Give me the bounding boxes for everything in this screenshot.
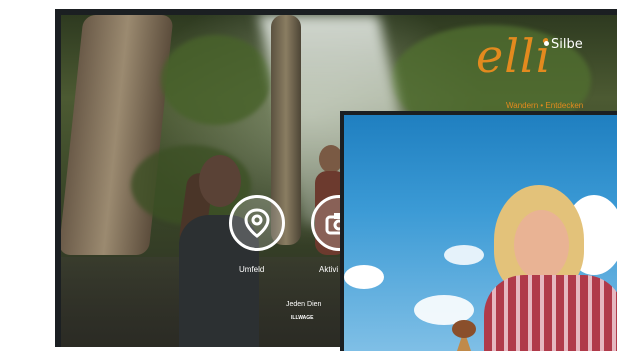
umfeld-label: Umfeld (239, 265, 265, 274)
smiling-woman (474, 185, 617, 351)
logo-wordmark: elli (476, 29, 552, 83)
footer-text: Jeden Dien (286, 301, 322, 308)
aktivitaeten-label: Aktivi (319, 265, 339, 274)
foliage (161, 35, 271, 125)
brand-logo: elli Silbe Wandern • Entdecken (476, 29, 583, 110)
location-pin-icon (244, 208, 270, 238)
overlay-photo (340, 111, 617, 351)
ice-cream-scoop (452, 320, 476, 338)
sky-photo (344, 115, 617, 351)
logo-subtitle: Silbe (551, 37, 583, 52)
logo-tagline: Wandern • Entdecken (506, 101, 584, 110)
cloud (344, 265, 384, 289)
umfeld-button[interactable] (229, 195, 285, 251)
tree-trunk (61, 15, 174, 255)
hiker-figure (161, 155, 271, 347)
footer-subtext: ILLWAGE (291, 315, 314, 321)
